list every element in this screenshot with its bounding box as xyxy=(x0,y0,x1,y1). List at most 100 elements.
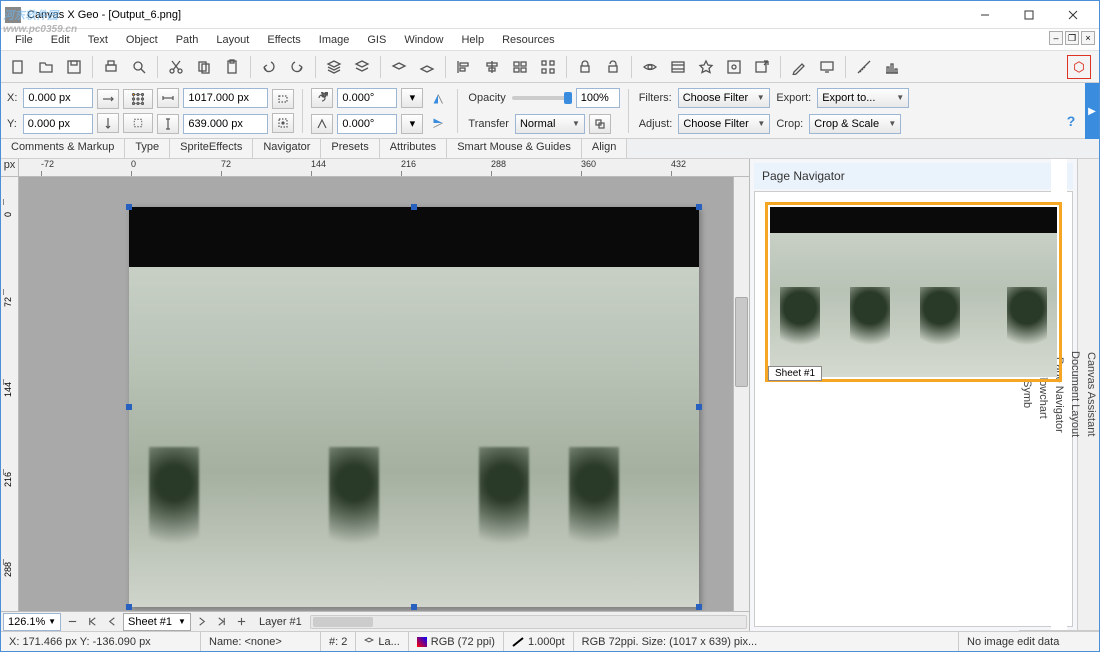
tab-presets[interactable]: Presets xyxy=(321,139,379,158)
skew-icon[interactable] xyxy=(311,114,333,134)
minimize-button[interactable] xyxy=(963,2,1007,28)
flip-v-icon[interactable] xyxy=(427,113,449,133)
page[interactable] xyxy=(129,207,699,607)
height-input[interactable] xyxy=(183,114,268,134)
skew-input[interactable] xyxy=(337,114,397,134)
vertical-ruler[interactable]: 0 72 144 216 288 xyxy=(1,177,19,611)
sidetab-document-layout[interactable]: Document Layout xyxy=(1067,159,1083,631)
align-left-button[interactable] xyxy=(451,54,477,80)
crop-icon[interactable] xyxy=(272,113,294,133)
send-backward-button[interactable] xyxy=(386,54,412,80)
menu-window[interactable]: Window xyxy=(396,32,451,48)
horizontal-ruler[interactable]: px -72 0 72 144 216 288 360 432 xyxy=(1,159,749,177)
adjust-dropdown[interactable]: Choose Filter▼ xyxy=(678,114,770,134)
dim-arrow-h-icon[interactable] xyxy=(97,89,119,109)
transfer-dropdown[interactable]: Normal▼ xyxy=(515,114,585,134)
measure-button[interactable] xyxy=(851,54,877,80)
size-mode-icon[interactable] xyxy=(123,113,153,133)
star-button[interactable] xyxy=(693,54,719,80)
redo-button[interactable] xyxy=(284,54,310,80)
tab-attributes[interactable]: Attributes xyxy=(380,139,447,158)
vertical-scrollbar[interactable] xyxy=(733,177,749,611)
align-center-button[interactable] xyxy=(479,54,505,80)
dim-arrow-v-icon[interactable] xyxy=(97,113,119,133)
film-button[interactable] xyxy=(665,54,691,80)
sheet-dropdown[interactable]: Sheet #1▼ xyxy=(123,613,191,631)
menu-edit[interactable]: Edit xyxy=(43,32,78,48)
zoom-dropdown[interactable]: 126.1%▼ xyxy=(3,613,61,631)
last-page-icon[interactable] xyxy=(213,613,231,631)
menu-text[interactable]: Text xyxy=(80,32,116,48)
filters-dropdown[interactable]: Choose Filter▼ xyxy=(678,88,770,108)
tab-smartmouse[interactable]: Smart Mouse & Guides xyxy=(447,139,582,158)
tab-sprite[interactable]: SpriteEffects xyxy=(170,139,253,158)
menu-help[interactable]: Help xyxy=(453,32,492,48)
menu-gis[interactable]: GIS xyxy=(359,32,394,48)
lock-button[interactable] xyxy=(572,54,598,80)
print-button[interactable] xyxy=(98,54,124,80)
rotate-dd-icon[interactable]: ▾ xyxy=(401,88,423,108)
first-page-icon[interactable] xyxy=(83,613,101,631)
bring-front-button[interactable] xyxy=(321,54,347,80)
child-minimize[interactable]: ‒ xyxy=(1049,31,1063,45)
tab-align[interactable]: Align xyxy=(582,139,627,158)
menu-image[interactable]: Image xyxy=(311,32,358,48)
tab-navigator[interactable]: Navigator xyxy=(253,139,321,158)
special-tool-button[interactable] xyxy=(1067,55,1091,79)
distribute-button[interactable] xyxy=(535,54,561,80)
prev-page-icon[interactable] xyxy=(103,613,121,631)
menu-resources[interactable]: Resources xyxy=(494,32,563,48)
page-thumbnail[interactable]: Sheet #1 xyxy=(765,202,1062,382)
flip-h-icon[interactable] xyxy=(427,89,449,109)
lock-ratio-icon[interactable] xyxy=(272,89,294,109)
copy-button[interactable] xyxy=(191,54,217,80)
menu-layout[interactable]: Layout xyxy=(208,32,257,48)
chart-button[interactable] xyxy=(879,54,905,80)
tab-type[interactable]: Type xyxy=(125,139,170,158)
menu-object[interactable]: Object xyxy=(118,32,166,48)
horizontal-scrollbar[interactable] xyxy=(310,615,747,629)
canvas-viewport[interactable] xyxy=(19,177,733,611)
menu-effects[interactable]: Effects xyxy=(259,32,308,48)
open-button[interactable] xyxy=(33,54,59,80)
close-button[interactable] xyxy=(1051,2,1095,28)
bring-forward-button[interactable] xyxy=(349,54,375,80)
view-button[interactable] xyxy=(637,54,663,80)
tab-comments[interactable]: Comments & Markup xyxy=(1,139,125,158)
selection-handles[interactable] xyxy=(129,207,699,607)
edit-button[interactable] xyxy=(786,54,812,80)
menu-path[interactable]: Path xyxy=(168,32,207,48)
bounds-button[interactable] xyxy=(721,54,747,80)
crop-dropdown[interactable]: Crop & Scale▼ xyxy=(809,114,901,134)
monitor-button[interactable] xyxy=(814,54,840,80)
zoom-out-icon[interactable] xyxy=(63,613,81,631)
child-restore[interactable]: ❐ xyxy=(1065,31,1079,45)
maximize-button[interactable] xyxy=(1007,2,1051,28)
child-close[interactable]: × xyxy=(1081,31,1095,45)
next-page-icon[interactable] xyxy=(193,613,211,631)
export-dropdown[interactable]: Export to...▼ xyxy=(817,88,909,108)
menu-file[interactable]: File xyxy=(7,32,41,48)
cut-button[interactable] xyxy=(163,54,189,80)
rotate-90-icon[interactable]: 90 xyxy=(311,88,333,108)
skew-dd-icon[interactable]: ▾ xyxy=(401,114,423,134)
transfer-swap-icon[interactable] xyxy=(589,114,611,134)
unlock-button[interactable] xyxy=(600,54,626,80)
undo-button[interactable] xyxy=(256,54,282,80)
paste-button[interactable] xyxy=(219,54,245,80)
sidetab-canvas-assistant[interactable]: Canvas Assistant xyxy=(1083,159,1099,631)
width-input[interactable] xyxy=(183,88,268,108)
send-back-button[interactable] xyxy=(414,54,440,80)
opacity-slider[interactable] xyxy=(512,96,572,100)
collapse-right-panel[interactable]: ▶ xyxy=(1085,83,1099,139)
x-input[interactable] xyxy=(23,88,93,108)
export-button[interactable] xyxy=(749,54,775,80)
add-page-icon[interactable] xyxy=(233,613,251,631)
y-input[interactable] xyxy=(23,114,93,134)
align-right-button[interactable] xyxy=(507,54,533,80)
new-button[interactable] xyxy=(5,54,31,80)
rotate-input[interactable] xyxy=(337,88,397,108)
opacity-input[interactable] xyxy=(576,88,620,108)
help-button[interactable]: ? xyxy=(1061,113,1081,133)
save-button[interactable] xyxy=(61,54,87,80)
